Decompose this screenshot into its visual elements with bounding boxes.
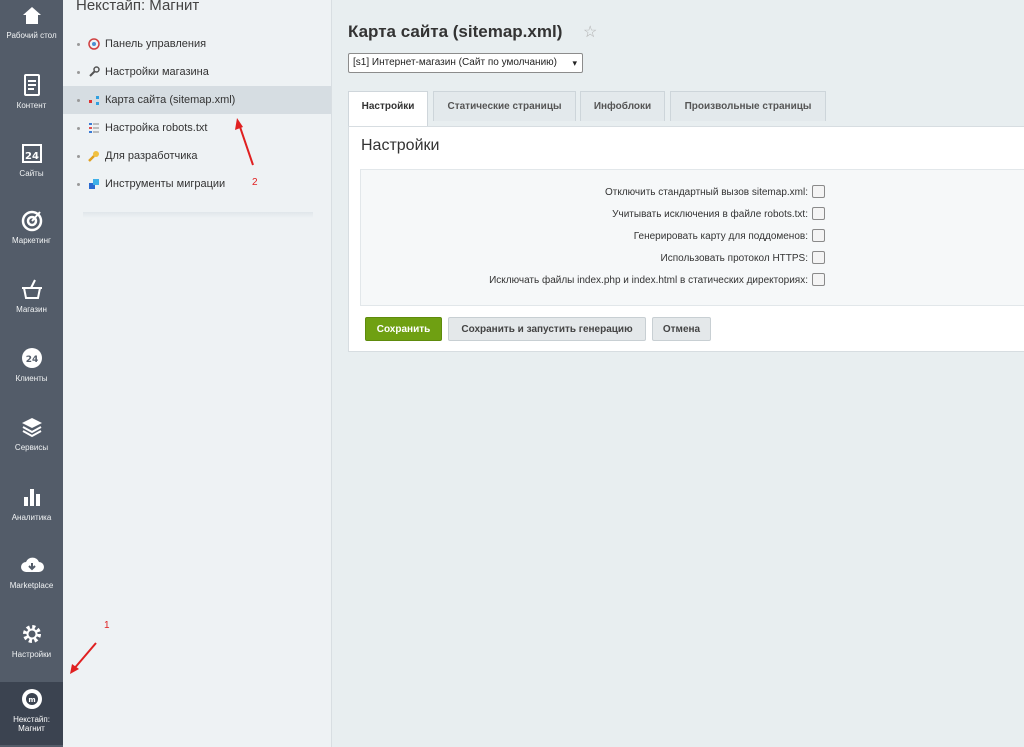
annotation-arrows (70, 118, 254, 674)
arrow-2 (235, 118, 254, 166)
arrow-1 (70, 642, 97, 674)
annotation-label-2: 2 (252, 177, 258, 188)
annotation-label-1: 1 (104, 620, 110, 631)
